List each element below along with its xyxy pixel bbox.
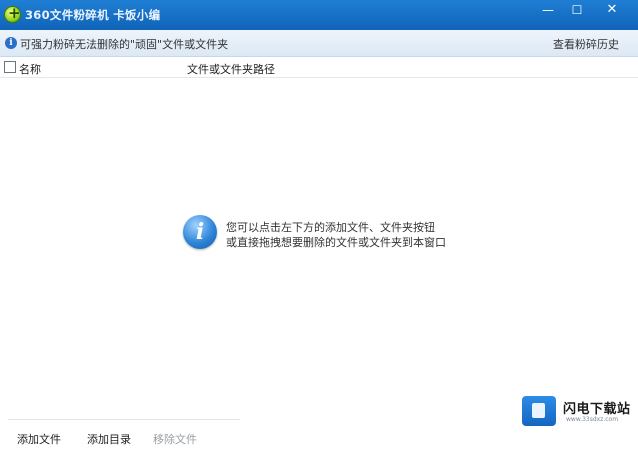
hint-text-line2: 或直接拖拽想要删除的文件或文件夹到本窗口	[226, 236, 446, 249]
window-title: 360文件粉碎机 卡饭小编	[25, 8, 161, 22]
hint-info-icon: i	[183, 215, 217, 249]
close-button[interactable]: ✕	[595, 0, 629, 22]
watermark-logo-icon	[522, 396, 556, 426]
add-folder-button[interactable]: 添加目录	[87, 431, 131, 447]
info-icon: i	[5, 37, 17, 49]
info-bar: i 可强力粉碎无法删除的"顽固"文件或文件夹 查看粉碎历史	[0, 30, 638, 57]
view-history-link[interactable]: 查看粉碎历史	[553, 36, 619, 52]
info-message: 可强力粉碎无法删除的"顽固"文件或文件夹	[20, 38, 229, 51]
select-all-checkbox[interactable]	[4, 61, 16, 73]
app-logo-icon	[4, 4, 21, 23]
watermark-url: www.33sdxz.com	[566, 416, 619, 423]
column-header-name[interactable]: 名称	[19, 61, 41, 77]
add-file-button[interactable]: 添加文件	[17, 431, 61, 447]
hint-text-line1: 您可以点击左下方的添加文件、文件夹按钮	[226, 221, 435, 234]
title-bar: 360文件粉碎机 卡饭小编 — ☐ ✕	[0, 0, 638, 30]
maximize-button[interactable]: ☐	[560, 0, 594, 22]
column-header-path[interactable]: 文件或文件夹路径	[187, 61, 275, 77]
list-header: 名称 文件或文件夹路径	[0, 58, 638, 78]
remove-file-button[interactable]: 移除文件	[153, 431, 197, 447]
watermark-name: 闪电下载站	[563, 402, 631, 417]
